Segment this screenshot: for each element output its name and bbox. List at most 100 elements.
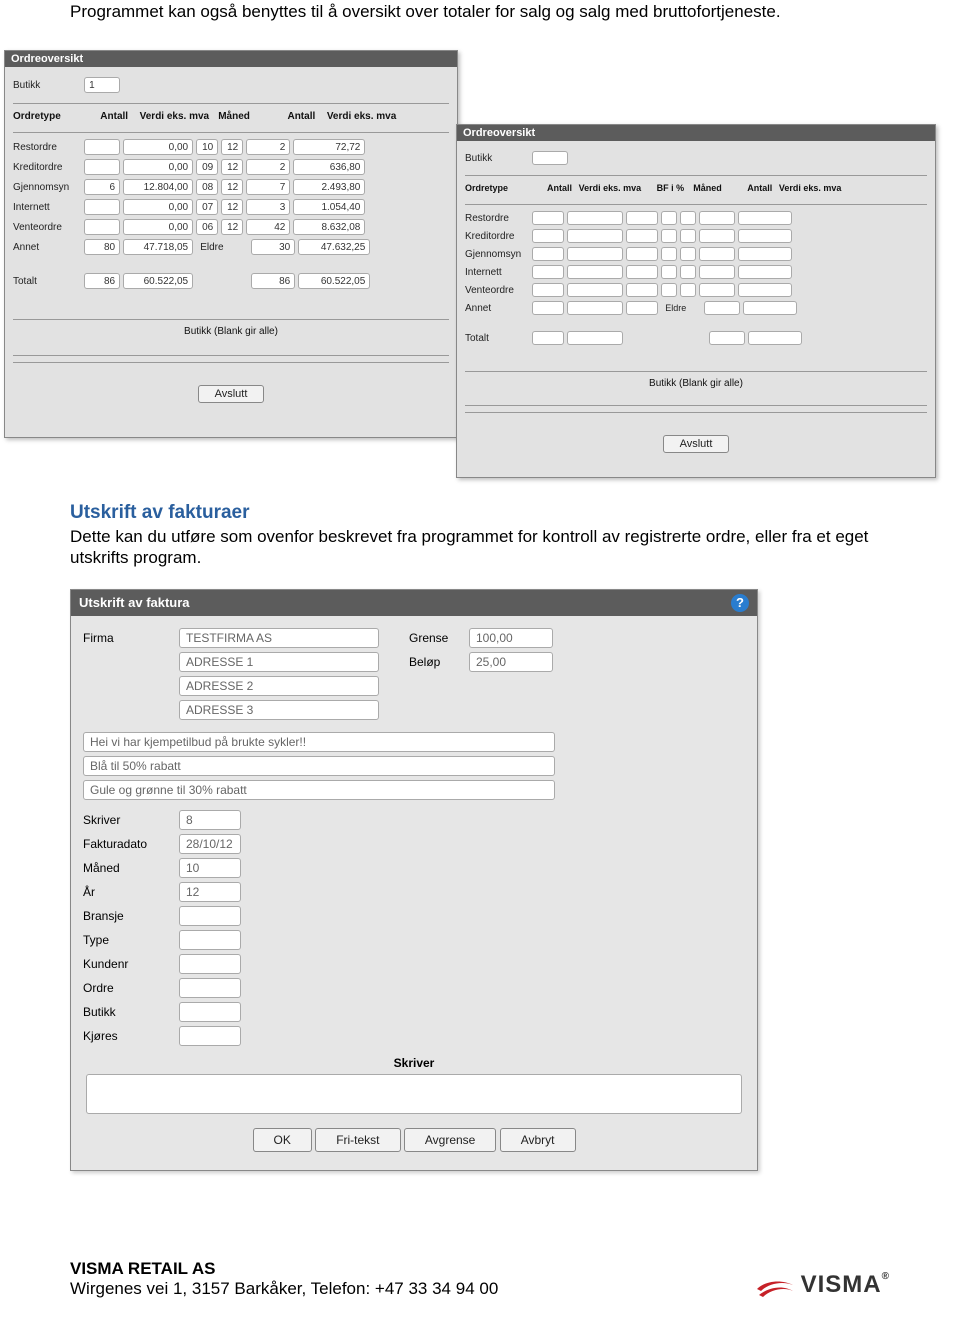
antall1b-cell[interactable] — [532, 247, 564, 261]
field-input[interactable] — [179, 1002, 241, 1022]
verdi2-cell[interactable]: 1.054,40 — [293, 199, 365, 215]
butikk-input-2[interactable] — [532, 151, 568, 165]
verdi2-cell[interactable]: 2.493,80 — [293, 179, 365, 195]
month-cell[interactable]: 06 — [196, 219, 218, 235]
firma-input-0[interactable]: TESTFIRMA AS — [179, 628, 379, 648]
avgrense-button[interactable]: Avgrense — [404, 1128, 496, 1152]
field-input[interactable]: 10 — [179, 858, 241, 878]
year-cell[interactable]: 12 — [221, 179, 243, 195]
antall1-cell[interactable]: 80 — [84, 239, 120, 255]
antall2-cell[interactable]: 2 — [246, 159, 290, 175]
month-cell[interactable]: 09 — [196, 159, 218, 175]
verdi2-cell[interactable]: 72,72 — [293, 139, 365, 155]
year-cell[interactable]: 12 — [221, 199, 243, 215]
antall1b-cell[interactable] — [532, 283, 564, 297]
verdi1b-cell[interactable] — [567, 211, 623, 225]
month2-cell[interactable] — [661, 247, 677, 261]
antall1-cell[interactable] — [84, 139, 120, 155]
fritekst-button[interactable]: Fri-tekst — [315, 1128, 400, 1152]
bf-cell[interactable] — [626, 247, 658, 261]
antall1b-cell[interactable] — [532, 301, 564, 315]
month-cell[interactable]: 08 — [196, 179, 218, 195]
avbryt-button[interactable]: Avbryt — [500, 1128, 576, 1152]
firma-input-2[interactable]: ADRESSE 2 — [179, 676, 379, 696]
avslutt-button[interactable]: Avslutt — [198, 385, 265, 403]
antall2-cell[interactable]: 7 — [246, 179, 290, 195]
verdi2b-cell[interactable] — [738, 283, 792, 297]
grense-input[interactable]: 100,00 — [469, 628, 553, 648]
belop-input[interactable]: 25,00 — [469, 652, 553, 672]
antall2-cell[interactable]: 2 — [246, 139, 290, 155]
year2-cell[interactable] — [680, 247, 696, 261]
firma-input-3[interactable]: ADRESSE 3 — [179, 700, 379, 720]
month2-cell[interactable] — [661, 229, 677, 243]
verdi1-cell[interactable]: 47.718,05 — [123, 239, 193, 255]
antall2b-cell[interactable] — [699, 211, 735, 225]
verdi2b-cell[interactable] — [743, 301, 797, 315]
antall2b-cell[interactable] — [699, 283, 735, 297]
field-input[interactable]: 28/10/12 — [179, 834, 241, 854]
month2-cell[interactable] — [661, 283, 677, 297]
msg-line-1[interactable]: Blå til 50% rabatt — [83, 756, 555, 776]
year-cell[interactable]: 12 — [221, 219, 243, 235]
bf-cell[interactable] — [626, 283, 658, 297]
firma-input-1[interactable]: ADRESSE 1 — [179, 652, 379, 672]
year-cell[interactable]: 12 — [221, 159, 243, 175]
verdi1-cell[interactable]: 12.804,00 — [123, 179, 193, 195]
month2-cell[interactable] — [661, 265, 677, 279]
field-input[interactable] — [179, 978, 241, 998]
field-input[interactable] — [179, 954, 241, 974]
field-input[interactable]: 8 — [179, 810, 241, 830]
month-cell[interactable]: 07 — [196, 199, 218, 215]
field-input[interactable] — [179, 1026, 241, 1046]
verdi1b-cell[interactable] — [567, 247, 623, 261]
antall1-cell[interactable]: 6 — [84, 179, 120, 195]
antall1b-cell[interactable] — [532, 229, 564, 243]
avslutt2-button[interactable]: Avslutt — [663, 435, 730, 453]
verdi2-cell[interactable]: 636,80 — [293, 159, 365, 175]
bf-cell[interactable] — [626, 301, 658, 315]
antall1-cell[interactable] — [84, 219, 120, 235]
antall2b-cell[interactable] — [699, 229, 735, 243]
antall2-cell[interactable]: 30 — [251, 239, 295, 255]
year2-cell[interactable] — [680, 283, 696, 297]
bf-cell[interactable] — [626, 229, 658, 243]
field-input[interactable]: 12 — [179, 882, 241, 902]
verdi2b-cell[interactable] — [738, 265, 792, 279]
antall2-cell[interactable]: 42 — [246, 219, 290, 235]
verdi1b-cell[interactable] — [567, 283, 623, 297]
year-cell[interactable]: 12 — [221, 139, 243, 155]
antall1-cell[interactable] — [84, 199, 120, 215]
msg-line-0[interactable]: Hei vi har kjempetilbud på brukte sykler… — [83, 732, 555, 752]
year2-cell[interactable] — [680, 229, 696, 243]
bf-cell[interactable] — [626, 265, 658, 279]
antall1-cell[interactable] — [84, 159, 120, 175]
antall1b-cell[interactable] — [532, 265, 564, 279]
ok-button[interactable]: OK — [253, 1128, 312, 1152]
skriver-box[interactable] — [86, 1074, 742, 1114]
antall2b-cell[interactable] — [704, 301, 740, 315]
antall2b-cell[interactable] — [699, 247, 735, 261]
verdi1b-cell[interactable] — [567, 301, 623, 315]
antall1b-cell[interactable] — [532, 211, 564, 225]
bf-cell[interactable] — [626, 211, 658, 225]
month-cell[interactable]: 10 — [196, 139, 218, 155]
verdi2b-cell[interactable] — [738, 211, 792, 225]
msg-line-2[interactable]: Gule og grønne til 30% rabatt — [83, 780, 555, 800]
verdi2b-cell[interactable] — [738, 229, 792, 243]
help-icon[interactable]: ? — [731, 594, 749, 612]
field-input[interactable] — [179, 930, 241, 950]
year2-cell[interactable] — [680, 265, 696, 279]
verdi2b-cell[interactable] — [738, 247, 792, 261]
verdi1-cell[interactable]: 0,00 — [123, 139, 193, 155]
month2-cell[interactable] — [661, 211, 677, 225]
verdi1-cell[interactable]: 0,00 — [123, 159, 193, 175]
verdi1-cell[interactable]: 0,00 — [123, 199, 193, 215]
antall2-cell[interactable]: 3 — [246, 199, 290, 215]
antall2b-cell[interactable] — [699, 265, 735, 279]
field-input[interactable] — [179, 906, 241, 926]
butikk-input[interactable]: 1 — [84, 77, 120, 93]
verdi1-cell[interactable]: 0,00 — [123, 219, 193, 235]
verdi1b-cell[interactable] — [567, 265, 623, 279]
year2-cell[interactable] — [680, 211, 696, 225]
